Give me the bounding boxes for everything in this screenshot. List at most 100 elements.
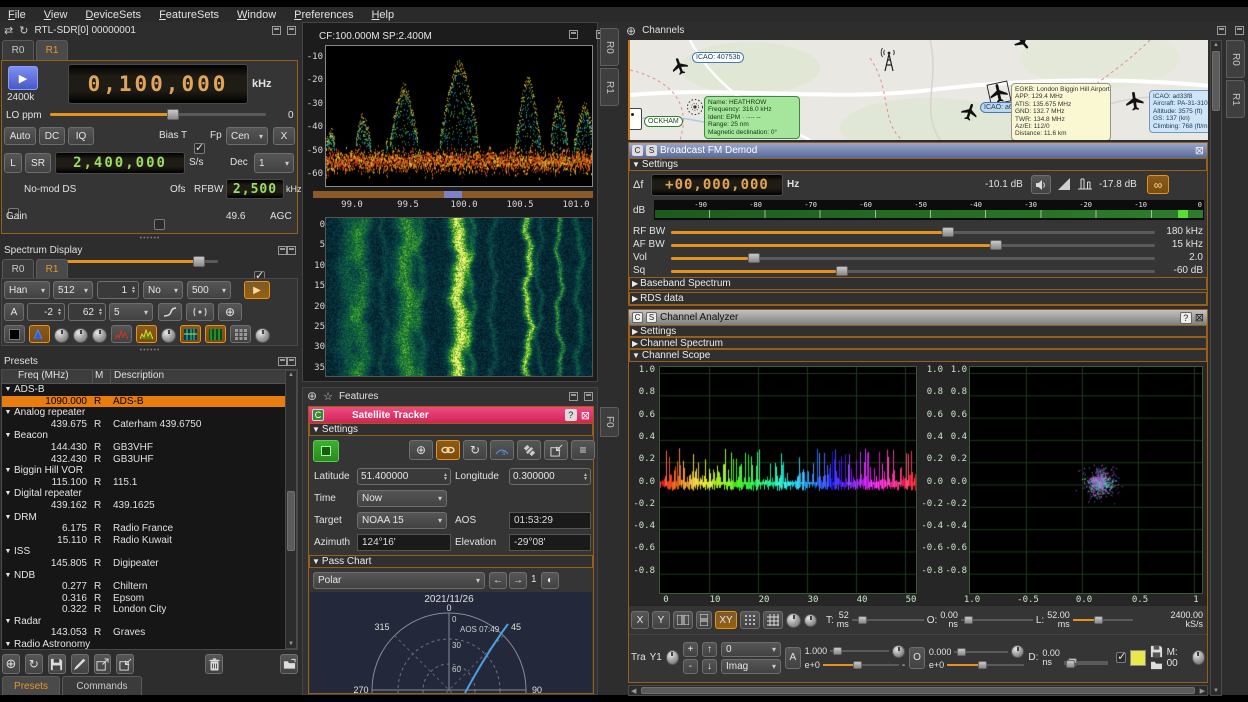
waterfall-share-knob[interactable] [161, 328, 176, 343]
histogram-off-button[interactable] [4, 325, 25, 343]
baseband-spectrum-rollup[interactable]: Baseband Spectrum [640, 278, 731, 289]
channel-analyzer-titlebar[interactable]: C S Channel Analyzer ? ⊠ [629, 310, 1207, 325]
spectrum-tab-r0[interactable]: R0 [2, 259, 34, 278]
preset-row[interactable]: 144.430RGB3VHF [2, 442, 297, 454]
trace-mode-dropdown[interactable]: Imag [721, 659, 781, 674]
shrink-window-icon[interactable] [278, 357, 287, 366]
preset-group-row[interactable]: ▼Analog repeater [2, 407, 297, 419]
aircraft-icon[interactable] [1123, 89, 1148, 114]
add-trace-button[interactable]: + [683, 642, 698, 657]
stroke-knob[interactable] [92, 328, 107, 343]
frequency-band-bar[interactable] [313, 191, 593, 198]
grid-intensity-knob[interactable] [786, 613, 801, 628]
preset-group-row[interactable]: ▼Beacon [2, 430, 297, 442]
scope-trace-plot[interactable] [659, 366, 917, 594]
edit-preset-button[interactable] [71, 654, 89, 674]
squelch-gate-icon[interactable] [1077, 177, 1093, 195]
center-frequency-dial[interactable]: 0,100,000 [68, 64, 248, 104]
decay-knob[interactable] [54, 328, 69, 343]
fm-demod-titlebar[interactable]: C S Broadcast FM Demod ⊠ [629, 143, 1207, 158]
column-freq[interactable]: Freq (MHz) [2, 370, 92, 383]
xy-display-button[interactable]: XY [715, 611, 737, 629]
trace-down-button[interactable]: ↓ [702, 659, 717, 674]
menu-item-featuresets[interactable]: FeatureSets [159, 9, 219, 21]
aircraft-infobox[interactable]: ICAO: ad33f8Aircraft: PA-31-310Altitude:… [1149, 90, 1208, 133]
pass-chart-rollup[interactable]: Pass Chart [322, 556, 371, 567]
preset-group-row[interactable]: ▼Radio Astronomy [2, 639, 297, 650]
spectrum-tab-r1[interactable]: R1 [36, 259, 68, 278]
x-only-button[interactable]: X [631, 611, 649, 629]
close-icon[interactable]: ⊠ [1195, 311, 1204, 324]
save-trace-icon[interactable] [1150, 645, 1163, 658]
amp-exp-slider[interactable] [823, 660, 899, 670]
time-dropdown[interactable]: Now [357, 490, 447, 507]
bottom-tab-commands[interactable]: Commands [62, 676, 142, 695]
close-window-icon[interactable] [1235, 26, 1244, 35]
fm-settings-rollup[interactable]: Settings [642, 159, 678, 170]
time-base-slider[interactable] [852, 615, 924, 625]
trace-select-knob[interactable] [666, 650, 679, 665]
audio-loop-button[interactable]: ∞ [1147, 175, 1169, 194]
remove-trace-button[interactable]: - [683, 659, 698, 674]
map-marker[interactable] [628, 108, 642, 130]
range-spinner[interactable]: 62▲▼ [68, 303, 106, 321]
preset-group-row[interactable]: ▼Digital repeater [2, 488, 297, 500]
waypoint-label[interactable]: OCKHAM [644, 116, 683, 127]
channel-marker[interactable] [444, 191, 462, 198]
levels-dropdown[interactable]: 5 [109, 303, 153, 321]
preset-group-row[interactable]: ▼ISS [2, 546, 297, 558]
add-feature-icon[interactable]: ⊕ [307, 389, 317, 403]
grid-intensity-knob[interactable] [255, 328, 270, 343]
waterfall-invert-button[interactable] [205, 325, 226, 343]
ofs-knob[interactable] [1011, 645, 1024, 658]
preset-row[interactable]: 1090.000RADS-B [2, 396, 297, 408]
ndb-beacon-icon[interactable] [686, 98, 704, 116]
spectrum-side-tab-r1[interactable]: R1 [600, 68, 619, 106]
reload-device-icon[interactable]: ↻ [19, 24, 28, 37]
adsb-map[interactable]: ICAO: 40753b OCKHAM Name: HEATHROWFreque… [628, 40, 1208, 140]
waterfall-plot[interactable] [325, 217, 593, 377]
spectrum-play-button[interactable]: ▶ [244, 281, 270, 299]
ofs-checkbox[interactable] [154, 219, 165, 230]
favorites-icon[interactable]: ☆ [323, 390, 333, 403]
splitter-handle[interactable]: •••••• [0, 235, 300, 242]
averaging-spinner[interactable]: 1▲▼ [97, 281, 139, 299]
spectrum-side-tab-r0[interactable]: R0 [600, 28, 619, 66]
y-only-button[interactable]: Y [652, 611, 670, 629]
samplerate-mode-button[interactable]: SR [25, 153, 51, 173]
ref-level-spinner[interactable]: -2▲▼ [27, 303, 65, 321]
trace-up-button[interactable]: ↑ [702, 642, 717, 657]
amp-knob[interactable] [892, 645, 905, 658]
load-trace-icon[interactable] [1150, 659, 1163, 670]
analyzer-settings-rollup[interactable]: Settings [640, 326, 676, 337]
splitter-handle[interactable]: •••••• [0, 347, 300, 354]
trace-length-slider[interactable] [1073, 615, 1133, 625]
lowrate-button[interactable]: L [4, 153, 22, 173]
load-presets-button[interactable] [280, 654, 298, 674]
channel-badge-c[interactable]: C [632, 312, 643, 323]
averaging-mode-dropdown[interactable]: No [143, 281, 183, 299]
bias-t-checkbox[interactable] [194, 143, 205, 154]
close-icon[interactable]: ⊠ [1195, 144, 1204, 157]
add-channel-icon[interactable]: ⊕ [626, 24, 636, 38]
save-presets-button[interactable] [48, 654, 66, 674]
fc-position-dropdown[interactable]: Cen [226, 127, 268, 145]
longitude-field[interactable]: 0.300000▲▼ [509, 468, 591, 485]
horizontal-split-icon[interactable] [673, 611, 693, 629]
close-window-icon[interactable] [584, 392, 593, 401]
vertical-split-icon[interactable] [696, 611, 712, 629]
target-dropdown[interactable]: NOAA 15 [357, 512, 447, 529]
preset-row[interactable]: 432.430RGB3UHF [2, 454, 297, 466]
presets-scrollbar[interactable]: ▲▼ [285, 370, 297, 649]
preset-group-row[interactable]: ▼Biggin Hill VOR [2, 465, 297, 477]
satellite-selection-button[interactable] [517, 440, 541, 460]
decimation-dropdown[interactable]: 1 [254, 153, 294, 173]
change-device-icon[interactable]: ⇄ [4, 24, 13, 37]
channels-side-tab-r0[interactable]: R0 [1226, 40, 1245, 78]
close-window-icon[interactable] [287, 246, 296, 255]
start-acquisition-button[interactable]: ▶ [8, 66, 38, 90]
display-settings-button[interactable]: ≡ [571, 440, 595, 460]
preset-row[interactable]: 0.322RLondon City [2, 604, 297, 616]
column-description[interactable]: Description [110, 370, 297, 383]
preset-row[interactable]: 15.110RRadio Kuwait [2, 535, 297, 547]
